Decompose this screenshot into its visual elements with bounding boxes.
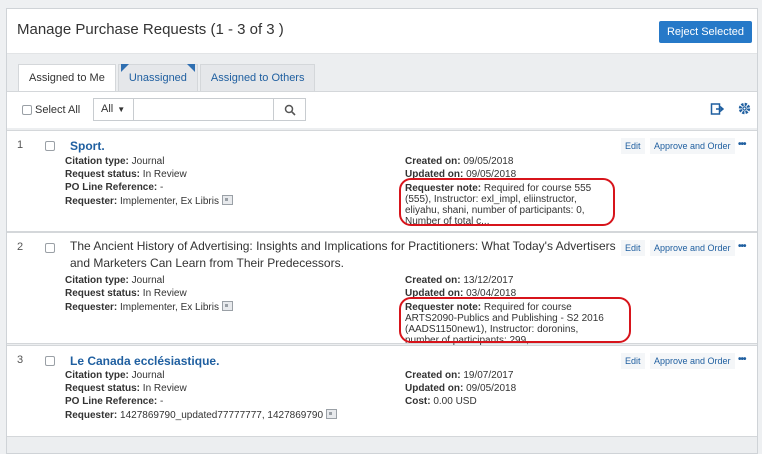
created-on-value: 13/12/2017 — [463, 275, 514, 286]
created-on: Created on: 09/05/2018 — [405, 156, 513, 167]
row-number: 3 — [17, 354, 24, 366]
po-line-label: PO Line Reference: — [65, 182, 158, 193]
request-status-value: In Review — [142, 383, 187, 394]
tab-label: Assigned to Me — [29, 72, 105, 84]
request-status: Request status: In Review — [65, 288, 187, 299]
request-status-label: Request status: — [65, 169, 141, 180]
export-icon[interactable] — [710, 102, 725, 121]
approve-and-order-button[interactable]: Approve and Order — [650, 353, 735, 369]
page-header: Manage Purchase Requests (1 - 3 of 3 ) R… — [7, 9, 757, 54]
request-status-value: In Review — [142, 288, 187, 299]
list-toolbar: Select All All ▼ — [7, 91, 757, 128]
citation-type: Citation type: Journal — [65, 156, 164, 167]
requester-value: Implementer, Ex Libris — [120, 196, 219, 207]
request-status-value: In Review — [142, 169, 187, 180]
user-card-icon[interactable] — [221, 195, 233, 205]
po-line-reference: PO Line Reference: - — [65, 182, 163, 193]
tab-assigned-to-me[interactable]: Assigned to Me — [18, 64, 116, 91]
more-actions-icon[interactable]: ••• — [738, 241, 746, 252]
page-title: Manage Purchase Requests (1 - 3 of 3 ) — [17, 21, 284, 38]
request-row: 3 Le Canada ecclésiastique. Citation typ… — [7, 345, 757, 437]
request-status-label: Request status: — [65, 383, 141, 394]
request-row: 2 The Ancient History of Advertising: In… — [7, 232, 757, 346]
cost-value: 0.00 USD — [433, 396, 477, 407]
new-flag-icon — [186, 64, 195, 72]
requester: Requester: Implementer, Ex Libris — [65, 301, 233, 313]
row-number: 2 — [17, 241, 24, 253]
purchase-requests-panel: Manage Purchase Requests (1 - 3 of 3 ) R… — [6, 8, 758, 454]
po-line-label: PO Line Reference: — [65, 396, 158, 407]
request-status: Request status: In Review — [65, 383, 187, 394]
citation-type: Citation type: Journal — [65, 275, 164, 286]
created-on-label: Created on: — [405, 156, 461, 167]
request-title-link[interactable]: Sport. — [70, 138, 105, 155]
citation-type-value: Journal — [131, 275, 165, 286]
more-actions-icon[interactable]: ••• — [738, 139, 746, 150]
updated-on-value: 09/05/2018 — [466, 383, 517, 394]
more-actions-icon[interactable]: ••• — [738, 354, 746, 365]
requester: Requester: Implementer, Ex Libris — [65, 195, 233, 207]
chevron-down-icon: ▼ — [117, 105, 126, 114]
highlight-annotation — [399, 178, 615, 226]
requester-label: Requester: — [65, 410, 118, 421]
filter-value: All — [101, 103, 114, 115]
tab-label: Assigned to Others — [210, 72, 305, 84]
citation-type-value: Journal — [131, 370, 165, 381]
created-on-label: Created on: — [405, 370, 461, 381]
requester-label: Requester: — [65, 196, 118, 207]
requester: Requester: 1427869790_updated77777777, 1… — [65, 409, 338, 421]
po-line-value: - — [160, 182, 164, 193]
user-card-icon[interactable] — [326, 409, 338, 419]
row-checkbox[interactable] — [45, 141, 55, 151]
request-title-link[interactable]: Le Canada ecclésiastique. — [70, 353, 219, 370]
edit-button[interactable]: Edit — [621, 138, 645, 154]
search-button[interactable] — [273, 99, 305, 120]
row-checkbox[interactable] — [45, 243, 55, 253]
created-on: Created on: 13/12/2017 — [405, 275, 513, 286]
requester-value: 1427869790_updated77777777, 1427869790 — [120, 410, 324, 421]
search-box: All ▼ — [93, 98, 306, 121]
created-on-value: 19/07/2017 — [463, 370, 514, 381]
edit-button[interactable]: Edit — [621, 240, 645, 256]
citation-type-label: Citation type: — [65, 275, 129, 286]
requester-label: Requester: — [65, 302, 118, 313]
highlight-annotation — [399, 297, 631, 343]
request-status: Request status: In Review — [65, 169, 187, 180]
created-on: Created on: 19/07/2017 — [405, 370, 513, 381]
citation-type-value: Journal — [131, 156, 165, 167]
created-on-label: Created on: — [405, 275, 461, 286]
tab-bar: Assigned to Me Unassigned Assigned to Ot… — [18, 64, 317, 91]
citation-type-label: Citation type: — [65, 156, 129, 167]
user-card-icon[interactable] — [221, 301, 233, 311]
citation-type: Citation type: Journal — [65, 370, 164, 381]
request-row: 1 Sport. Citation type: Journal Request … — [7, 130, 757, 232]
approve-and-order-button[interactable]: Approve and Order — [650, 138, 735, 154]
request-status-label: Request status: — [65, 288, 141, 299]
row-number: 1 — [17, 139, 24, 151]
cost-label: Cost: — [405, 396, 431, 407]
new-flag-icon — [120, 64, 129, 72]
created-on-value: 09/05/2018 — [463, 156, 514, 167]
search-icon — [284, 104, 296, 116]
tab-label: Unassigned — [128, 72, 187, 84]
updated-on: Updated on: 09/05/2018 — [405, 383, 516, 394]
gear-icon[interactable] — [738, 102, 751, 120]
updated-on-label: Updated on: — [405, 383, 464, 394]
tab-unassigned[interactable]: Unassigned — [117, 64, 198, 91]
reject-selected-button[interactable]: Reject Selected — [658, 21, 752, 43]
po-line-value: - — [160, 396, 164, 407]
edit-button[interactable]: Edit — [621, 353, 645, 369]
tab-assigned-to-others[interactable]: Assigned to Others — [199, 64, 316, 91]
filter-dropdown[interactable]: All ▼ — [94, 99, 134, 120]
cost: Cost: 0.00 USD — [405, 396, 477, 407]
po-line-reference: PO Line Reference: - — [65, 396, 163, 407]
approve-and-order-button[interactable]: Approve and Order — [650, 240, 735, 256]
search-input[interactable] — [134, 99, 282, 120]
requester-value: Implementer, Ex Libris — [120, 302, 219, 313]
select-all-label: Select All — [35, 104, 81, 116]
row-checkbox[interactable] — [45, 356, 55, 366]
request-title-link[interactable]: The Ancient History of Advertising: Insi… — [70, 238, 630, 272]
citation-type-label: Citation type: — [65, 370, 129, 381]
select-all-checkbox[interactable] — [22, 105, 32, 115]
